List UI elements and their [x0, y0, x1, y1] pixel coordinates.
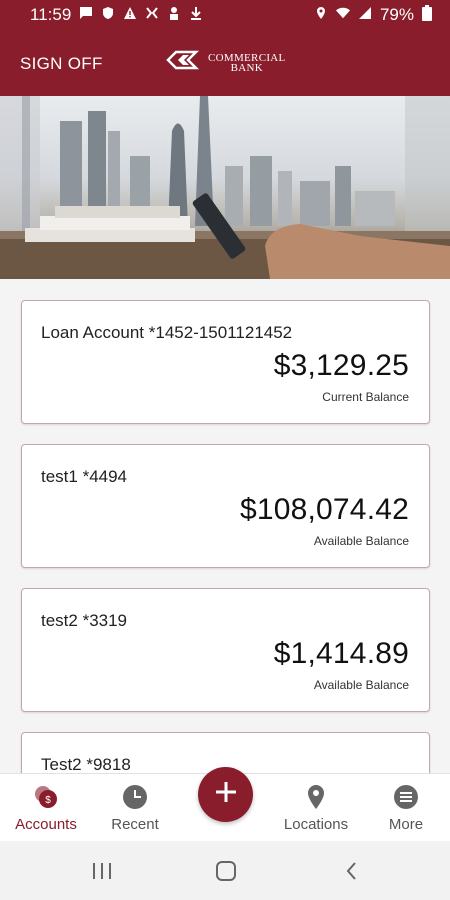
add-action-button[interactable] — [198, 767, 253, 822]
sign-off-button[interactable]: SIGN OFF — [20, 54, 103, 74]
battery-icon — [422, 4, 432, 26]
logo-line2: BANK — [230, 61, 263, 74]
recents-icon[interactable] — [90, 859, 114, 883]
wifi-icon — [335, 5, 350, 25]
logo-mark-icon — [166, 50, 204, 75]
nav-more-label: More — [388, 816, 424, 833]
balance-type-label: Current Balance — [322, 390, 409, 404]
account-card[interactable]: test2 *3319 $1,414.89 Available Balance — [21, 588, 430, 712]
account-name: Test2 *9818 — [41, 755, 131, 773]
logo-text: COMMERCIAL BANK — [208, 51, 286, 74]
home-icon[interactable] — [214, 859, 238, 883]
message-icon — [79, 5, 93, 25]
download-icon — [189, 5, 203, 25]
accounts-icon: $ — [33, 784, 59, 810]
nav-more[interactable]: More — [375, 774, 437, 842]
svg-text:$: $ — [45, 795, 51, 806]
location-icon — [314, 5, 328, 25]
account-name: test1 *4494 — [41, 467, 128, 486]
person-icon — [167, 5, 181, 25]
shield-icon — [101, 5, 115, 25]
nav-recent[interactable]: Recent — [100, 774, 170, 842]
nav-accounts-label: Accounts — [15, 816, 77, 833]
balance-type-label: Available Balance — [313, 678, 409, 692]
nav-locations-label: Locations — [283, 816, 349, 833]
nav-recent-label: Recent — [111, 816, 159, 833]
system-navigation-bar — [0, 841, 450, 900]
nav-locations[interactable]: Locations — [278, 774, 354, 842]
accounts-list[interactable]: Loan Account *1452-1501121452 $3,129.25 … — [0, 279, 450, 773]
signal-icon — [358, 5, 372, 25]
battery-percent: 79% — [379, 5, 414, 24]
back-icon[interactable] — [340, 859, 364, 883]
plus-icon — [215, 781, 237, 808]
bank-logo: COMMERCIAL BANK — [166, 50, 286, 75]
account-balance: $108,074.42 — [239, 493, 409, 526]
balance-type-label: Available Balance — [313, 534, 409, 548]
status-time: 11:59 — [30, 5, 72, 24]
logo-line1: COMMERCIAL — [208, 51, 286, 64]
nfc-icon — [145, 5, 159, 25]
hero-banner-image — [0, 96, 450, 279]
account-name: Loan Account *1452-1501121452 — [41, 323, 293, 342]
account-card[interactable]: test1 *4494 $108,074.42 Available Balanc… — [21, 444, 430, 568]
app-header: SIGN OFF COMMERCIAL BANK — [0, 30, 450, 96]
status-right: 79% — [314, 4, 432, 26]
account-balance: $3,129.25 — [273, 349, 409, 382]
account-card[interactable]: Loan Account *1452-1501121452 $3,129.25 … — [21, 300, 430, 424]
account-balance: $1,414.89 — [273, 637, 409, 670]
account-name: test2 *3319 — [41, 611, 128, 630]
status-left: 11:59 — [30, 5, 203, 25]
warning-icon — [123, 5, 137, 25]
nav-accounts[interactable]: $ Accounts — [10, 774, 82, 842]
status-bar: 11:59 79% — [0, 0, 450, 30]
location-pin-icon — [303, 784, 329, 810]
menu-icon — [393, 784, 419, 810]
clock-icon — [122, 784, 148, 810]
